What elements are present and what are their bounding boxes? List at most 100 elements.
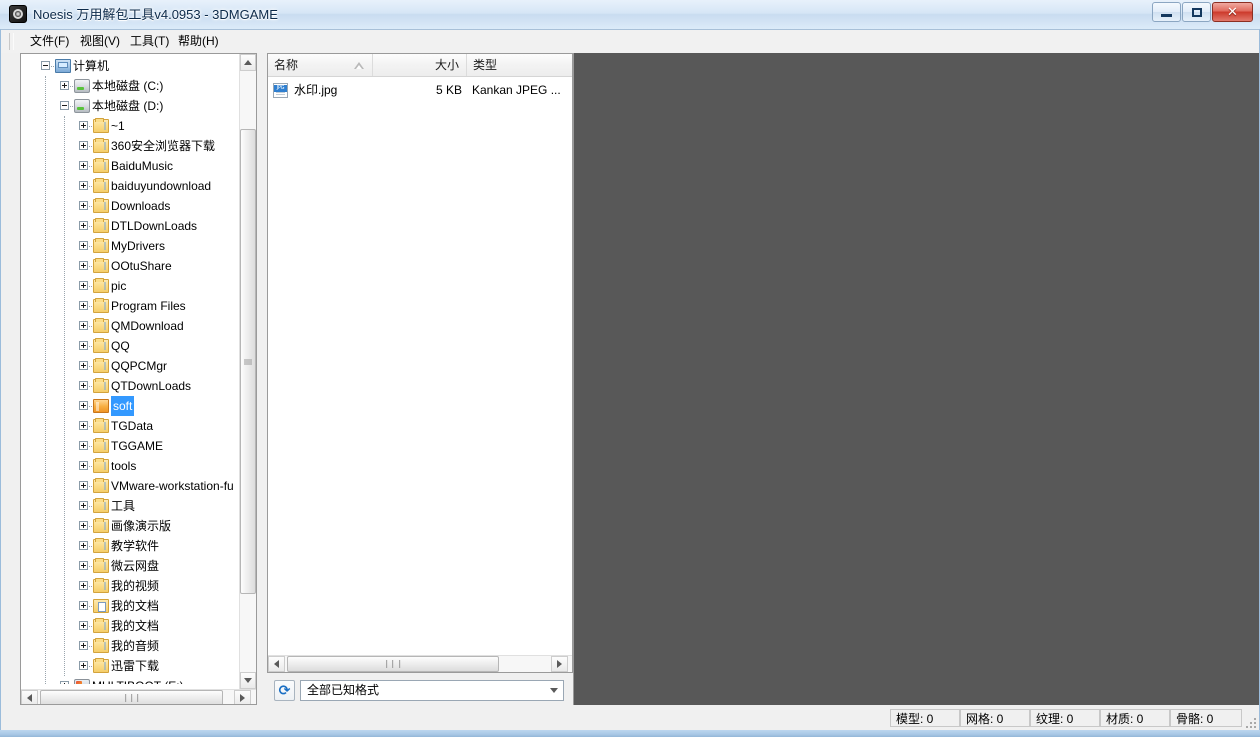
refresh-icon[interactable]: ⟳	[274, 680, 295, 701]
folder-tree-panel[interactable]: 计算机 本地磁盘 (C:) 本地磁盘 (D:) ~1 360安全浏览器下载 BaiduMu…	[20, 53, 257, 705]
expand-toggle-icon[interactable]	[79, 421, 88, 430]
tree-hscroll-thumb[interactable]	[40, 690, 223, 704]
tree-item-本地磁盘c[interactable]: 本地磁盘 (C:)	[21, 76, 239, 96]
expand-toggle-icon[interactable]	[79, 281, 88, 290]
expand-toggle-icon[interactable]	[79, 381, 88, 390]
file-list-panel[interactable]: 名称 大小 类型 水印.jpg 5 KB Kankan JPEG ...	[267, 53, 573, 673]
tree-scroll-right-button[interactable]	[234, 690, 251, 704]
collapse-toggle-icon[interactable]	[41, 61, 50, 70]
tree-scroll-thumb[interactable]	[240, 129, 256, 594]
folder-icon	[93, 458, 109, 473]
tree-item-qqpcmgr[interactable]: QQPCMgr	[21, 356, 239, 376]
expand-toggle-icon[interactable]	[79, 441, 88, 450]
tree-item-我的音频[interactable]: 我的音频	[21, 636, 239, 656]
tree-item-我的文档[interactable]: 我的文档	[21, 596, 239, 616]
status-bones: 骨骼: 0	[1170, 709, 1242, 727]
tree-item-tgdata[interactable]: TGData	[21, 416, 239, 436]
preview-viewport[interactable]	[573, 53, 1259, 705]
expand-toggle-icon[interactable]	[79, 521, 88, 530]
tree-item-qq[interactable]: QQ	[21, 336, 239, 356]
tree-item-我的视频[interactable]: 我的视频	[21, 576, 239, 596]
expand-toggle-icon[interactable]	[79, 341, 88, 350]
close-button[interactable]: ✕	[1212, 2, 1253, 22]
expand-toggle-icon[interactable]	[79, 301, 88, 310]
format-filter-combobox[interactable]: 全部已知格式	[300, 680, 564, 701]
tree-scroll-up-button[interactable]	[240, 54, 256, 71]
resize-grip[interactable]	[1243, 715, 1256, 728]
expand-toggle-icon[interactable]	[79, 361, 88, 370]
tree-item-tools[interactable]: tools	[21, 456, 239, 476]
tree-item-baiduyundownload[interactable]: baiduyundownload	[21, 176, 239, 196]
expand-toggle-icon[interactable]	[79, 641, 88, 650]
panel-splitter[interactable]	[257, 53, 267, 705]
tree-item-programfiles[interactable]: Program Files	[21, 296, 239, 316]
tree-item-downloads[interactable]: Downloads	[21, 196, 239, 216]
menu-item-help[interactable]: 帮助(H)	[171, 33, 226, 50]
menu-item-view[interactable]: 视图(V)	[73, 33, 127, 50]
tree-item-label: OOtuShare	[111, 259, 172, 273]
tree-scroll-left-button[interactable]	[21, 690, 38, 704]
tree-item-计算机[interactable]: 计算机	[21, 56, 239, 76]
expand-toggle-icon[interactable]	[79, 561, 88, 570]
expand-toggle-icon[interactable]	[79, 601, 88, 610]
tree-item-multiboote[interactable]: MULTIBOOT (E:)	[21, 676, 239, 684]
menu-item-tools[interactable]: 工具(T)	[123, 33, 176, 50]
expand-toggle-icon[interactable]	[79, 201, 88, 210]
collapse-toggle-icon[interactable]	[60, 101, 69, 110]
tree-horizontal-scrollbar[interactable]	[21, 689, 256, 704]
expand-toggle-icon[interactable]	[79, 661, 88, 670]
tree-item-本地磁盘d[interactable]: 本地磁盘 (D:)	[21, 96, 239, 116]
expand-toggle-icon[interactable]	[60, 81, 69, 90]
column-header-name[interactable]: 名称	[268, 54, 373, 76]
tree-item-ootushare[interactable]: OOtuShare	[21, 256, 239, 276]
table-row[interactable]: 水印.jpg 5 KB Kankan JPEG ...	[268, 81, 572, 100]
expand-toggle-icon[interactable]	[79, 221, 88, 230]
tree-item-baidumusic[interactable]: BaiduMusic	[21, 156, 239, 176]
tree-item-vmware-workstation-fu[interactable]: VMware-workstation-fu	[21, 476, 239, 496]
expand-toggle-icon[interactable]	[79, 321, 88, 330]
expand-toggle-icon[interactable]	[60, 681, 69, 684]
tree-item-工具[interactable]: 工具	[21, 496, 239, 516]
chevron-down-icon[interactable]	[545, 682, 562, 699]
tree-item-迅雷下载[interactable]: 迅雷下载	[21, 656, 239, 676]
tree-vertical-scrollbar[interactable]	[239, 54, 256, 689]
tree-item-画像演示版[interactable]: 画像演示版	[21, 516, 239, 536]
expand-toggle-icon[interactable]	[79, 261, 88, 270]
column-header-size[interactable]: 大小	[373, 54, 467, 76]
tree-item-dtldownloads[interactable]: DTLDownLoads	[21, 216, 239, 236]
tree-item-微云网盘[interactable]: 微云网盘	[21, 556, 239, 576]
list-scroll-right-button[interactable]	[551, 656, 568, 672]
tree-item-qmdownload[interactable]: QMDownload	[21, 316, 239, 336]
expand-toggle-icon[interactable]	[79, 181, 88, 190]
tree-item-soft[interactable]: soft	[21, 396, 239, 416]
tree-item-教学软件[interactable]: 教学软件	[21, 536, 239, 556]
expand-toggle-icon[interactable]	[79, 501, 88, 510]
tree-item-qtdownloads[interactable]: QTDownLoads	[21, 376, 239, 396]
expand-toggle-icon[interactable]	[79, 241, 88, 250]
expand-toggle-icon[interactable]	[79, 461, 88, 470]
tree-item-mydrivers[interactable]: MyDrivers	[21, 236, 239, 256]
tree-item-pic[interactable]: pic	[21, 276, 239, 296]
tree-scroll-down-button[interactable]	[240, 672, 256, 689]
folder-icon	[93, 438, 109, 453]
expand-toggle-icon[interactable]	[79, 621, 88, 630]
expand-toggle-icon[interactable]	[79, 161, 88, 170]
maximize-button[interactable]	[1182, 2, 1211, 22]
tree-item-360安全浏览器下载[interactable]: 360安全浏览器下载	[21, 136, 239, 156]
list-scroll-left-button[interactable]	[268, 656, 285, 672]
column-header-type[interactable]: 类型	[467, 54, 572, 76]
list-horizontal-scrollbar[interactable]	[268, 655, 572, 672]
minimize-button[interactable]	[1152, 2, 1181, 22]
expand-toggle-icon[interactable]	[79, 141, 88, 150]
expand-toggle-icon[interactable]	[79, 541, 88, 550]
expand-toggle-icon[interactable]	[79, 121, 88, 130]
client-area: 计算机 本地磁盘 (C:) 本地磁盘 (D:) ~1 360安全浏览器下载 BaiduMu…	[1, 53, 1259, 705]
tree-item-我的文档[interactable]: 我的文档	[21, 616, 239, 636]
expand-toggle-icon[interactable]	[79, 401, 88, 410]
tree-item-1[interactable]: ~1	[21, 116, 239, 136]
tree-item-tggame[interactable]: TGGAME	[21, 436, 239, 456]
expand-toggle-icon[interactable]	[79, 481, 88, 490]
menu-item-file[interactable]: 文件(F)	[23, 33, 76, 50]
list-hscroll-thumb[interactable]	[287, 656, 499, 672]
expand-toggle-icon[interactable]	[79, 581, 88, 590]
